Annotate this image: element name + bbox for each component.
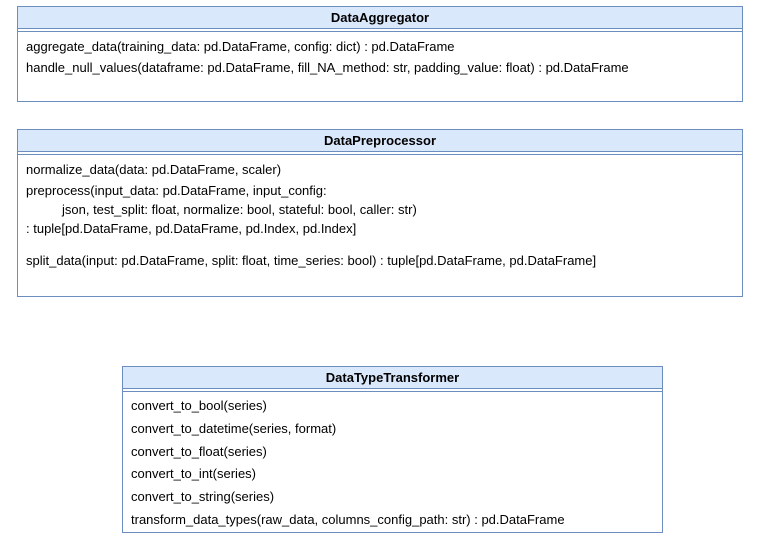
method-preprocess: preprocess(input_data: pd.DataFrame, inp… — [26, 182, 734, 239]
class-box-data-preprocessor: DataPreprocessor normalize_data(data: pd… — [17, 129, 743, 297]
method-preprocess-line1: preprocess(input_data: pd.DataFrame, inp… — [26, 183, 327, 198]
class-body-data-type-transformer: convert_to_bool(series) convert_to_datet… — [123, 392, 662, 539]
class-body-data-aggregator: aggregate_data(training_data: pd.DataFra… — [18, 32, 742, 86]
method-convert-to-int: convert_to_int(series) — [131, 464, 654, 485]
class-title-data-aggregator: DataAggregator — [18, 7, 742, 29]
method-handle-null-values: handle_null_values(dataframe: pd.DataFra… — [26, 59, 734, 78]
method-convert-to-float: convert_to_float(series) — [131, 442, 654, 463]
class-box-data-type-transformer: DataTypeTransformer convert_to_bool(seri… — [122, 366, 663, 533]
method-aggregate-data: aggregate_data(training_data: pd.DataFra… — [26, 38, 734, 57]
method-split-data: split_data(input: pd.DataFrame, split: f… — [26, 252, 734, 271]
class-title-data-preprocessor: DataPreprocessor — [18, 130, 742, 152]
method-preprocess-line3: : tuple[pd.DataFrame, pd.DataFrame, pd.I… — [26, 221, 356, 236]
method-preprocess-line2: json, test_split: float, normalize: bool… — [26, 201, 734, 220]
class-body-data-preprocessor: normalize_data(data: pd.DataFrame, scale… — [18, 155, 742, 279]
method-transform-data-types: transform_data_types(raw_data, columns_c… — [131, 510, 654, 531]
method-convert-to-string: convert_to_string(series) — [131, 487, 654, 508]
class-box-data-aggregator: DataAggregator aggregate_data(training_d… — [17, 6, 743, 102]
method-convert-to-bool: convert_to_bool(series) — [131, 396, 654, 417]
method-convert-to-datetime: convert_to_datetime(series, format) — [131, 419, 654, 440]
class-title-data-type-transformer: DataTypeTransformer — [123, 367, 662, 389]
method-normalize-data: normalize_data(data: pd.DataFrame, scale… — [26, 161, 734, 180]
